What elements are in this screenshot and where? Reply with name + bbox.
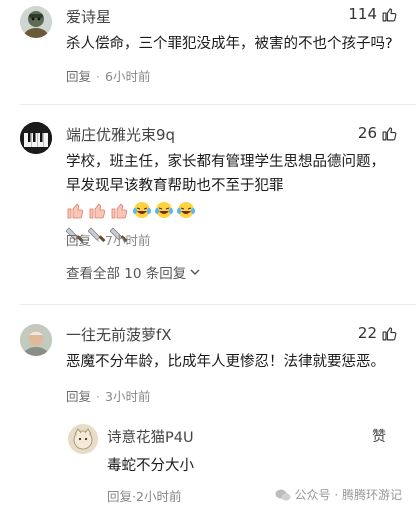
comment-text: 恶魔不分年龄，比成年人更惨忍！法律就要惩恶。 bbox=[66, 354, 385, 370]
comment-meta: 回复 · 6小时前 bbox=[66, 69, 151, 84]
like-button[interactable]: 26 bbox=[358, 124, 398, 142]
reply-button[interactable]: 回复 bbox=[66, 389, 91, 404]
like-count: 22 bbox=[357, 324, 377, 342]
avatar-image bbox=[20, 324, 52, 356]
reply-avatar-image bbox=[68, 424, 98, 454]
view-all-replies-button[interactable]: 查看全部 10 条回复 bbox=[66, 262, 201, 282]
reply-button[interactable]: 回复 bbox=[107, 489, 132, 504]
divider bbox=[20, 304, 416, 305]
reply-meta: 回复·2小时前 bbox=[107, 489, 182, 504]
reply-avatar[interactable] bbox=[68, 424, 98, 454]
comment-username[interactable]: 端庄优雅光束9q bbox=[66, 124, 175, 145]
thumbs-up-icon bbox=[382, 7, 397, 21]
timestamp: 7小时前 bbox=[105, 233, 151, 248]
comment-text: 杀人偿命，三个罪犯没成年，被害的不也个孩子吗? bbox=[66, 36, 393, 52]
reply-button[interactable]: 回复 bbox=[66, 69, 91, 84]
watermark-text: 公众号 · 腾腾环游记 bbox=[294, 488, 402, 502]
like-button[interactable]: 22 bbox=[358, 324, 398, 342]
comment-1: 爱诗星 114 杀人偿命，三个罪犯没成年，被害的不也个孩子吗? 回复 · 6小时前 bbox=[0, 0, 416, 96]
avatar-image bbox=[20, 122, 52, 154]
timestamp: 3小时前 bbox=[105, 389, 151, 404]
laugh-cry-emoji-icon bbox=[177, 202, 195, 218]
like-button[interactable]: 114 bbox=[348, 5, 398, 23]
reply-text: 毒蛇不分大小 bbox=[107, 458, 194, 474]
avatar[interactable] bbox=[20, 6, 52, 38]
timestamp: 6小时前 bbox=[105, 69, 151, 84]
reply-like-button[interactable]: 赞 bbox=[372, 426, 386, 446]
reply-username[interactable]: 诗意花猫P4U bbox=[107, 426, 194, 447]
thumbs-up-emoji-icon bbox=[67, 203, 84, 219]
like-count: 114 bbox=[348, 5, 377, 23]
comment-2: 端庄优雅光束9q 26 学校，班主任，家长都有管理学生思想品德问题，早发现早该教… bbox=[0, 112, 416, 292]
like-count: 26 bbox=[357, 124, 377, 142]
thumbs-up-emoji-icon bbox=[89, 203, 106, 219]
view-all-replies-label: 查看全部 10 条回复 bbox=[66, 266, 187, 282]
comment-username[interactable]: 一往无前菠萝fX bbox=[66, 324, 172, 345]
timestamp: 2小时前 bbox=[136, 489, 182, 504]
laugh-cry-emoji-icon bbox=[155, 202, 173, 218]
comment-text-content: 学校，班主任，家长都有管理学生思想品德问题，早发现早该教育帮助也不至于犯罪 bbox=[66, 154, 385, 194]
comment-meta: 回复 · 3小时前 bbox=[66, 389, 151, 404]
reply-button[interactable]: 回复 bbox=[66, 233, 91, 248]
divider bbox=[20, 104, 416, 105]
watermark: 公众号 · 腾腾环游记 bbox=[275, 486, 402, 503]
thumbs-up-icon bbox=[382, 326, 397, 340]
thumbs-up-emoji-icon bbox=[111, 203, 128, 219]
avatar[interactable] bbox=[20, 122, 52, 154]
comment-username[interactable]: 爱诗星 bbox=[66, 6, 111, 27]
comment-meta: 回复 · 7小时前 bbox=[66, 233, 151, 248]
chevron-down-icon bbox=[190, 269, 200, 275]
thumbs-up-icon bbox=[382, 126, 397, 140]
avatar-image bbox=[20, 6, 52, 38]
laugh-cry-emoji-icon bbox=[133, 202, 151, 218]
emoji-line-1 bbox=[66, 201, 196, 219]
wechat-icon bbox=[275, 489, 291, 501]
avatar[interactable] bbox=[20, 324, 52, 356]
